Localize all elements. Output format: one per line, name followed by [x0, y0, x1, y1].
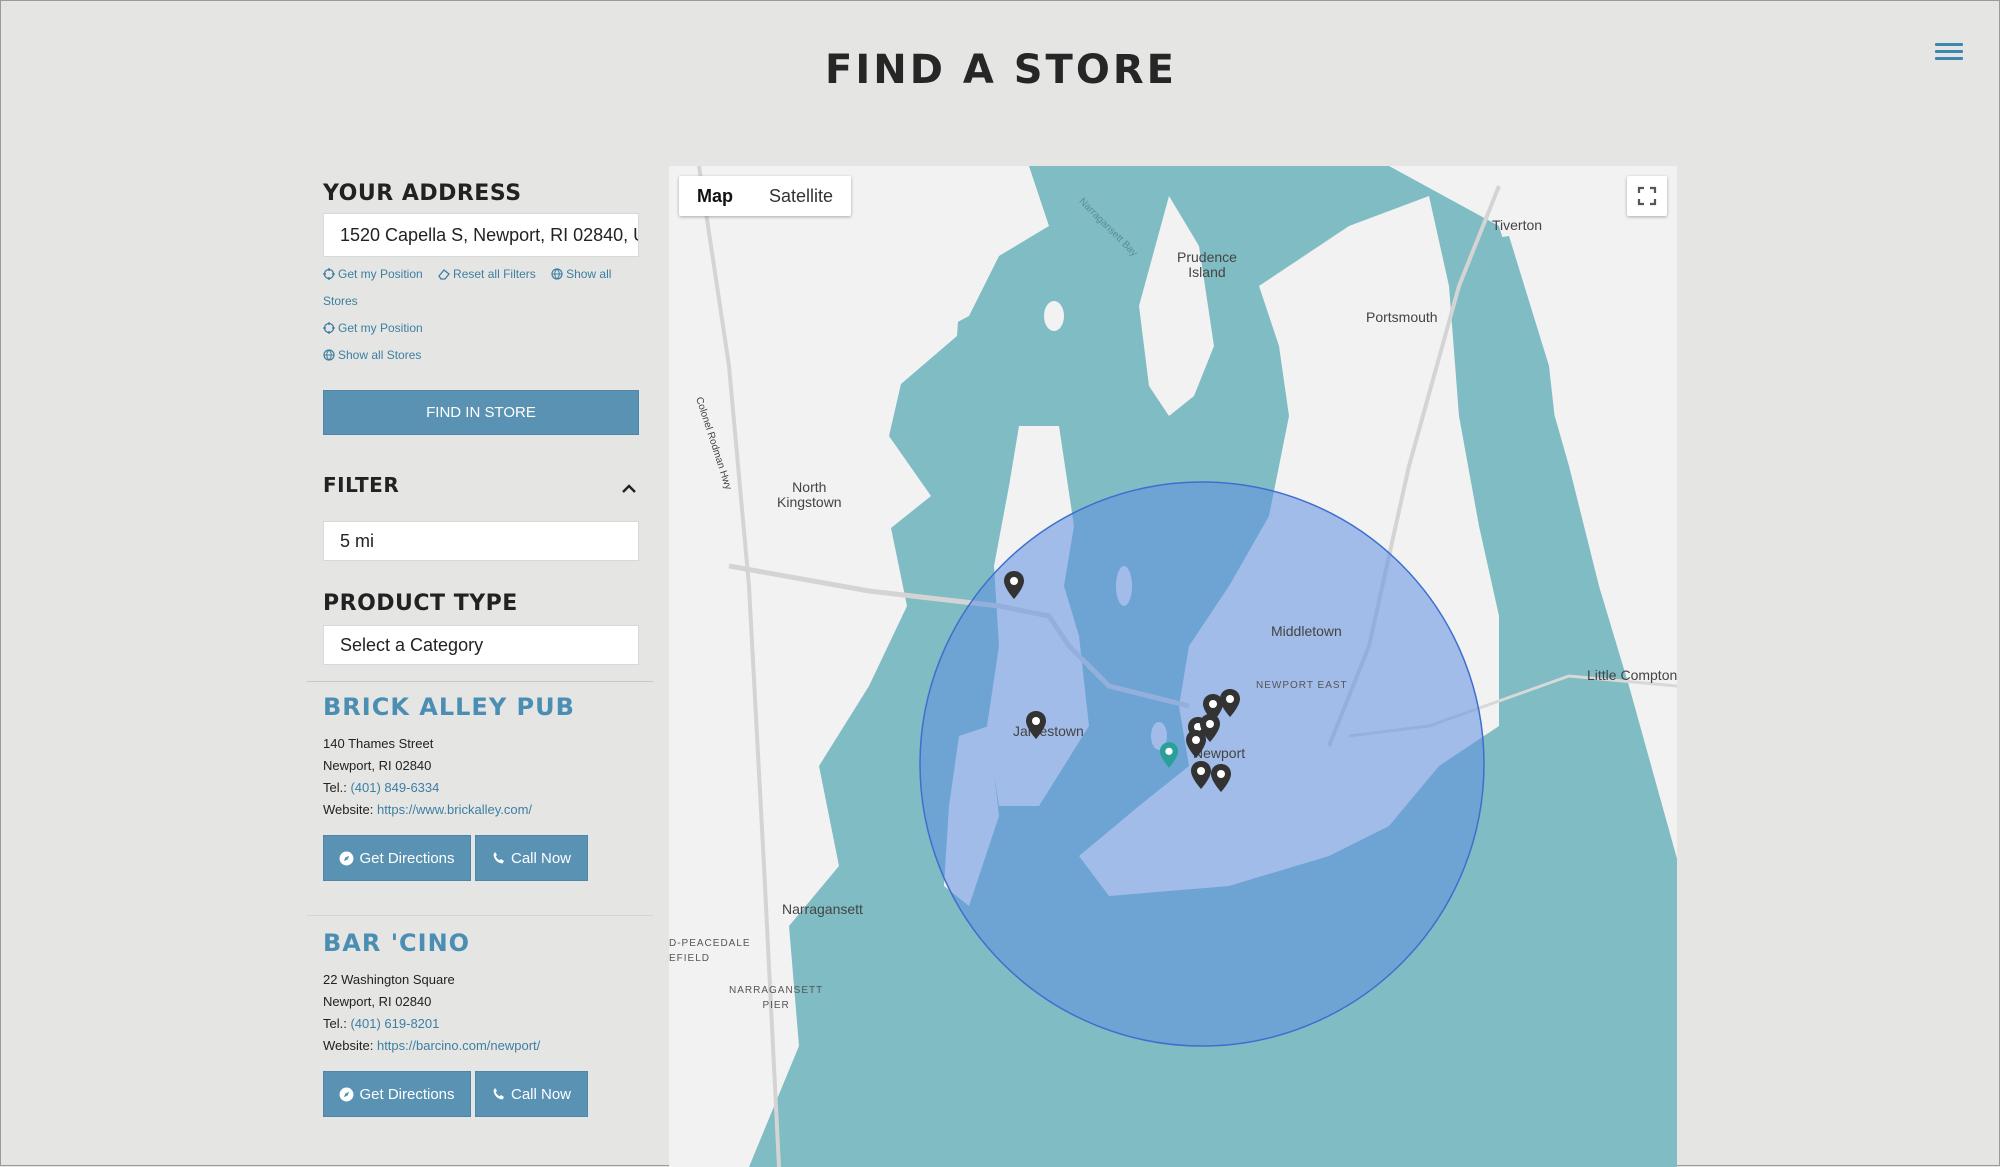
address-heading: YOUR ADDRESS — [323, 181, 522, 206]
divider — [307, 915, 653, 916]
map-base — [669, 166, 1677, 1167]
fullscreen-icon — [1637, 186, 1657, 206]
divider — [307, 681, 653, 682]
call-now-button[interactable]: Call Now — [475, 835, 588, 881]
show-all-stores-link-cont[interactable]: Stores — [323, 294, 358, 308]
store-pin-icon[interactable] — [1210, 763, 1232, 793]
map-label: Middletown — [1271, 623, 1342, 639]
user-location-pin-icon[interactable] — [1159, 741, 1179, 769]
store-map[interactable]: Tiverton Prudence Island Portsmouth Nort… — [669, 166, 1677, 1167]
get-directions-button[interactable]: Get Directions — [323, 1071, 471, 1117]
store-name[interactable]: BAR 'CINO — [323, 929, 643, 957]
radius-select[interactable]: 5 mi — [323, 521, 639, 561]
map-label: North Kingstown — [777, 479, 842, 510]
phone-icon — [493, 1088, 504, 1100]
store-card: BAR 'CINO 22 Washington Square Newport, … — [323, 929, 643, 1117]
store-pin-icon[interactable] — [1190, 760, 1212, 790]
map-label: Narragansett — [782, 901, 863, 917]
address-input[interactable]: 1520 Capella S, Newport, RI 02840, U — [323, 213, 639, 257]
compass-icon — [340, 851, 354, 865]
map-label: D-PEACEDALE EFIELD — [669, 938, 751, 964]
category-select[interactable]: Select a Category — [323, 625, 639, 665]
map-label: NEWPORT EAST — [1256, 680, 1348, 691]
get-position-link[interactable]: Get my Position — [323, 267, 423, 281]
chevron-up-icon[interactable] — [621, 481, 637, 497]
store-card: BRICK ALLEY PUB 140 Thames Street Newpor… — [323, 693, 643, 881]
get-position-link-2[interactable]: Get my Position — [323, 321, 423, 335]
call-now-button[interactable]: Call Now — [475, 1071, 588, 1117]
filter-heading: FILTER — [323, 473, 400, 497]
store-pin-icon[interactable] — [1025, 710, 1047, 740]
map-label: Prudence Island — [1177, 249, 1237, 280]
phone-icon — [493, 852, 504, 864]
get-directions-button[interactable]: Get Directions — [323, 835, 471, 881]
product-type-heading: PRODUCT TYPE — [323, 591, 518, 616]
store-website-link[interactable]: https://barcino.com/newport/ — [377, 1038, 540, 1053]
tel-label: Tel.: — [323, 1016, 347, 1031]
store-phone-link[interactable]: (401) 849-6334 — [350, 780, 439, 795]
globe-icon — [551, 268, 563, 280]
hamburger-menu-icon[interactable] — [1935, 39, 1963, 63]
show-all-stores-link[interactable]: Show all Stores — [323, 348, 421, 362]
crosshair-icon — [323, 268, 335, 280]
store-street: 140 Thames Street — [323, 736, 434, 751]
globe-icon — [323, 349, 335, 361]
map-label: Jamestown — [1013, 723, 1084, 739]
page-title: FIND A STORE — [825, 47, 1177, 93]
store-website-link[interactable]: https://www.brickalley.com/ — [377, 802, 532, 817]
fullscreen-button[interactable] — [1627, 176, 1667, 216]
store-street: 22 Washington Square — [323, 972, 455, 987]
show-all-link[interactable]: Show all — [551, 267, 611, 281]
compass-icon — [340, 1087, 354, 1101]
eraser-icon — [438, 269, 450, 280]
store-name[interactable]: BRICK ALLEY PUB — [323, 693, 643, 721]
map-label: Tiverton — [1492, 217, 1543, 233]
store-phone-link[interactable]: (401) 619-8201 — [350, 1016, 439, 1031]
map-type-control: Map Satellite — [679, 176, 852, 216]
tel-label: Tel.: — [323, 780, 347, 795]
website-label: Website: — [323, 1038, 374, 1053]
map-label: Portsmouth — [1366, 309, 1438, 325]
store-city: Newport, RI 02840 — [323, 994, 432, 1009]
website-label: Website: — [323, 802, 374, 817]
reset-filters-link[interactable]: Reset all Filters — [438, 267, 536, 281]
store-pin-icon[interactable] — [1219, 688, 1241, 718]
crosshair-icon — [323, 322, 335, 334]
map-label: Little Compton — [1587, 667, 1677, 683]
map-type-map-button[interactable]: Map — [679, 176, 751, 216]
store-pin-icon[interactable] — [1185, 729, 1207, 759]
map-type-satellite-button[interactable]: Satellite — [751, 176, 851, 216]
store-city: Newport, RI 02840 — [323, 758, 432, 773]
find-in-store-button[interactable]: FIND IN STORE — [323, 390, 639, 435]
store-pin-icon[interactable] — [1003, 570, 1025, 600]
map-label: NARRAGANSETT PIER — [729, 985, 824, 1011]
